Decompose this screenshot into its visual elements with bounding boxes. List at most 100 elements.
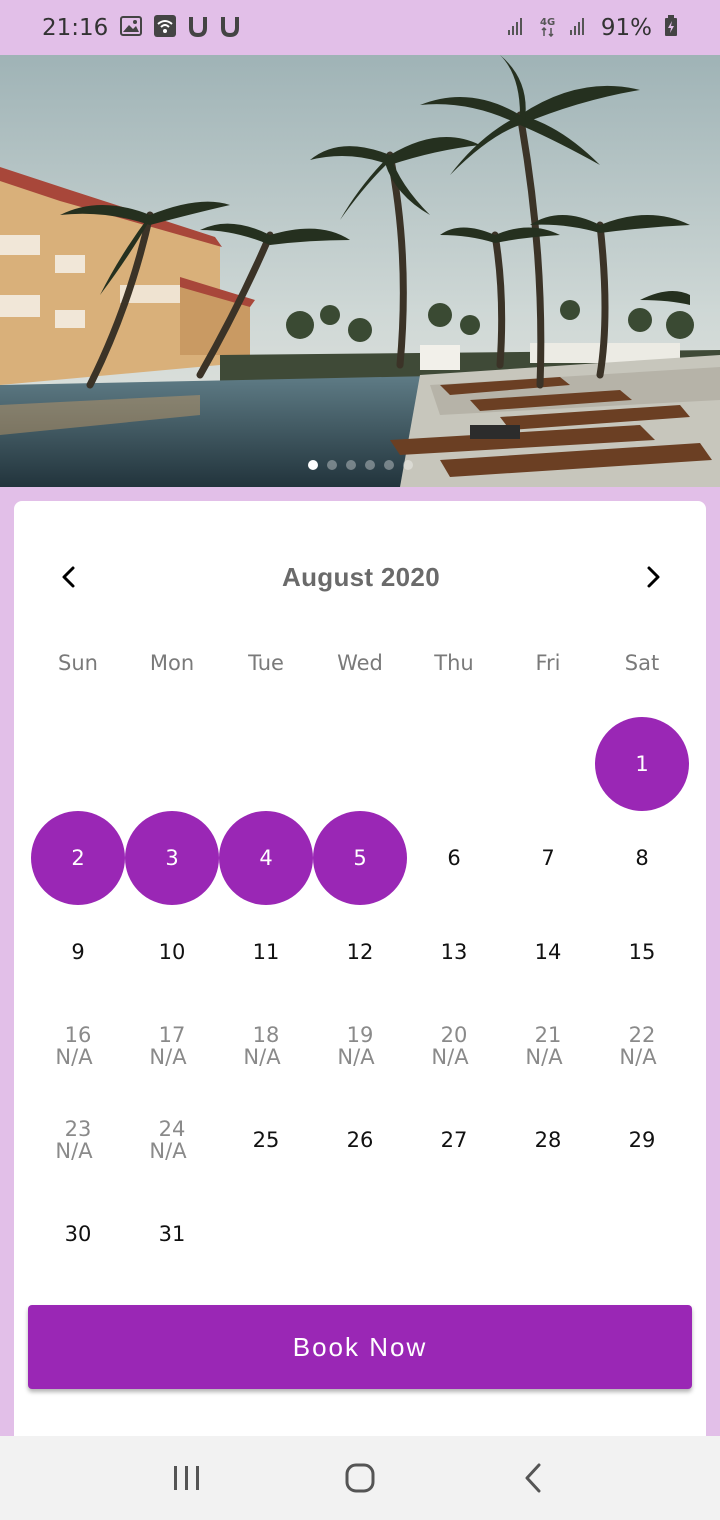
- day-number: 17: [158, 1023, 186, 1047]
- unavailable-label: N/A: [149, 1045, 187, 1069]
- day-cell-20: 20 N/A: [407, 999, 501, 1093]
- day-cell-5[interactable]: 5: [313, 811, 407, 905]
- calendar-grid: 1 2 3 4 5 6 7 8 9 10 11 12 13 14 15 16 N/A 17 N/A 18 N/A 19 N/…: [31, 717, 689, 1281]
- day-number: 21: [534, 1023, 562, 1047]
- recent-apps-icon[interactable]: [157, 1448, 217, 1508]
- book-now-button[interactable]: Book Now: [28, 1305, 692, 1389]
- resort-pool-photo: [0, 55, 720, 487]
- day-number: 10: [158, 940, 186, 964]
- day-cell-7[interactable]: 7: [501, 811, 595, 905]
- day-number: 7: [541, 846, 555, 870]
- carousel-dot[interactable]: [326, 460, 337, 470]
- status-left: 21:16: [42, 14, 240, 41]
- unavailable-label: N/A: [55, 1045, 93, 1069]
- day-cell-10[interactable]: 10: [125, 905, 219, 999]
- day-number: 24: [158, 1117, 186, 1141]
- day-cell-14[interactable]: 14: [501, 905, 595, 999]
- day-cell-19: 19 N/A: [313, 999, 407, 1093]
- day-cell-2[interactable]: 2: [31, 811, 125, 905]
- day-number: 28: [534, 1128, 562, 1152]
- day-number: 14: [534, 940, 562, 964]
- day-number: 18: [252, 1023, 280, 1047]
- day-number: 22: [628, 1023, 656, 1047]
- day-number: 5: [353, 846, 367, 870]
- day-cell-13[interactable]: 13: [407, 905, 501, 999]
- month-title: August 2020: [282, 561, 440, 592]
- day-cell-27[interactable]: 27: [407, 1093, 501, 1187]
- signal-icon: [569, 16, 589, 40]
- day-cell-15[interactable]: 15: [595, 905, 689, 999]
- day-cell-4[interactable]: 4: [219, 811, 313, 905]
- day-number: 16: [64, 1023, 92, 1047]
- day-number: 2: [71, 846, 85, 870]
- signal-icon: [507, 16, 527, 40]
- calendar-header: August 2020: [14, 549, 706, 605]
- day-cell-9[interactable]: 9: [31, 905, 125, 999]
- day-cell-25[interactable]: 25: [219, 1093, 313, 1187]
- wifi-hotspot-icon: [154, 14, 177, 41]
- home-icon[interactable]: [330, 1448, 390, 1508]
- weekday-label: Thu: [434, 651, 474, 675]
- day-cell-30[interactable]: 30: [31, 1187, 125, 1281]
- day-number: 30: [64, 1222, 92, 1246]
- weekday-label: Sat: [624, 651, 660, 675]
- day-number: 11: [252, 940, 280, 964]
- weekday-label: Mon: [149, 651, 195, 675]
- day-cell-26[interactable]: 26: [313, 1093, 407, 1187]
- day-cell-29[interactable]: 29: [595, 1093, 689, 1187]
- day-number: 13: [440, 940, 468, 964]
- next-month-button[interactable]: [636, 560, 670, 594]
- carousel-dot[interactable]: [383, 460, 394, 470]
- svg-text:4G: 4G: [540, 17, 555, 28]
- day-cell-22: 22 N/A: [595, 999, 689, 1093]
- status-bar: 21:16 4G 91%: [0, 0, 720, 55]
- day-number: 26: [346, 1128, 374, 1152]
- day-cell-12[interactable]: 12: [313, 905, 407, 999]
- chevron-left-icon: [62, 566, 75, 588]
- day-cell-3[interactable]: 3: [125, 811, 219, 905]
- day-number: 29: [628, 1128, 656, 1152]
- chevron-right-icon: [647, 566, 660, 588]
- u-app-icon: [188, 15, 208, 41]
- day-number: 19: [346, 1023, 374, 1047]
- day-cell-23: 23 N/A: [31, 1093, 125, 1187]
- day-number: 25: [252, 1128, 280, 1152]
- day-number: 4: [259, 846, 273, 870]
- day-number: 3: [165, 846, 179, 870]
- day-cell-21: 21 N/A: [501, 999, 595, 1093]
- carousel-dot[interactable]: [345, 460, 356, 470]
- previous-month-button[interactable]: [52, 560, 86, 594]
- unavailable-label: N/A: [525, 1045, 563, 1069]
- day-cell-31[interactable]: 31: [125, 1187, 219, 1281]
- day-cell-28[interactable]: 28: [501, 1093, 595, 1187]
- day-number: 6: [447, 846, 461, 870]
- day-cell-24: 24 N/A: [125, 1093, 219, 1187]
- day-number: 1: [635, 752, 649, 776]
- hero-image-carousel[interactable]: [0, 55, 720, 487]
- battery-icon: [664, 14, 678, 41]
- day-number: 27: [440, 1128, 468, 1152]
- day-number: 12: [346, 940, 374, 964]
- carousel-dot[interactable]: [307, 460, 318, 470]
- status-time: 21:16: [42, 14, 109, 41]
- day-number: 31: [158, 1222, 186, 1246]
- unavailable-label: N/A: [619, 1045, 657, 1069]
- day-number: 8: [635, 846, 649, 870]
- system-navigation-bar: [0, 1436, 720, 1520]
- carousel-dot[interactable]: [402, 460, 413, 470]
- day-number: 15: [628, 940, 656, 964]
- unavailable-label: N/A: [55, 1139, 93, 1163]
- battery-percent: 91%: [600, 14, 652, 41]
- carousel-dot[interactable]: [364, 460, 375, 470]
- day-cell-11[interactable]: 11: [219, 905, 313, 999]
- day-cell-6[interactable]: 6: [407, 811, 501, 905]
- day-cell-1[interactable]: 1: [595, 717, 689, 811]
- booking-card: August 2020 Sun Mon Tue Wed Thu Fri Sat 123456…: [14, 501, 706, 1461]
- day-number: 23: [64, 1117, 92, 1141]
- back-icon[interactable]: [503, 1448, 563, 1508]
- day-cell-8[interactable]: 8: [595, 811, 689, 905]
- unavailable-label: N/A: [431, 1045, 469, 1069]
- weekday-header-row: Sun Mon Tue Wed Thu Fri Sat: [31, 651, 689, 691]
- unavailable-label: N/A: [149, 1139, 187, 1163]
- u-app-icon: [220, 15, 240, 41]
